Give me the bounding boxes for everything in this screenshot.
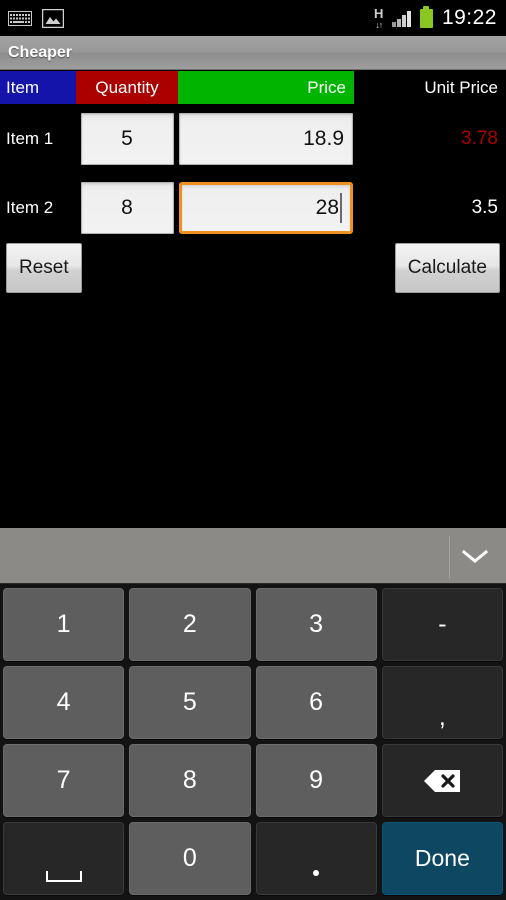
key-period[interactable] [255, 822, 377, 895]
status-bar: H ↓↑ 19:22 [0, 0, 506, 36]
quantity-input-item-1[interactable]: 5 [80, 112, 174, 165]
quantity-value-item-2: 8 [121, 195, 133, 219]
key-7[interactable]: 7 [3, 744, 125, 817]
network-activity-arrows: ↓↑ [375, 19, 383, 30]
price-input-item-2[interactable]: 28 [179, 181, 353, 234]
quantity-value-item-1: 5 [121, 126, 133, 150]
key-space[interactable] [3, 822, 125, 895]
action-bar: Cheaper [0, 36, 506, 70]
quantity-cell: 5 [76, 112, 178, 165]
key-0[interactable]: 0 [129, 822, 251, 895]
key-backspace[interactable] [381, 744, 503, 817]
key-1[interactable]: 1 [3, 588, 125, 661]
keyboard-row: 7 8 9 [3, 744, 503, 817]
status-bar-notifications [0, 8, 64, 28]
signal-bars-icon [392, 10, 411, 27]
hide-keyboard-button[interactable] [450, 528, 500, 584]
column-header-unit-price: Unit Price [354, 71, 506, 104]
keyboard-row: 4 5 6 , [3, 666, 503, 739]
table-header-row: Item Quantity Price Unit Price [0, 71, 506, 104]
backspace-icon [424, 769, 461, 792]
key-comma[interactable]: , [381, 666, 503, 739]
price-cell: 18.9 [178, 112, 354, 165]
status-bar-system-icons: H ↓↑ 19:22 [374, 5, 506, 30]
app-title: Cheaper [8, 43, 73, 61]
comparison-table: Item Quantity Price Unit Price Item 1 5 … [0, 71, 506, 242]
key-5[interactable]: 5 [129, 666, 251, 739]
unit-price-item-1: 3.78 [461, 127, 498, 149]
key-4[interactable]: 4 [3, 666, 125, 739]
row-label: Item 2 [6, 197, 54, 217]
keyboard-icon [8, 10, 32, 26]
period-icon [313, 870, 320, 876]
key-2[interactable]: 2 [129, 588, 251, 661]
network-type-icon: H ↓↑ [374, 7, 383, 30]
row-label: Item 1 [6, 128, 54, 148]
column-header-quantity: Quantity [76, 71, 178, 104]
reset-button[interactable]: Reset [6, 243, 82, 293]
status-bar-clock: 19:22 [441, 6, 497, 29]
on-screen-keyboard: 1 2 3 - 4 5 6 , 7 8 9 0 Done [0, 527, 506, 900]
quantity-cell: 8 [76, 181, 178, 234]
column-header-item: Item [0, 71, 76, 104]
battery-full-icon [419, 5, 433, 28]
key-3[interactable]: 3 [255, 588, 377, 661]
quantity-input-item-2[interactable]: 8 [80, 181, 174, 234]
keyboard-row: 0 Done [3, 822, 503, 895]
table-row: Item 2 8 28 3.5 [0, 173, 506, 242]
picture-icon [42, 8, 64, 28]
keyboard-row: 1 2 3 - [3, 588, 503, 661]
space-icon [45, 871, 82, 882]
network-type-letter: H [374, 5, 384, 21]
action-button-row: Reset Calculate [0, 243, 506, 293]
keyboard-suggestion-bar [0, 527, 506, 584]
calculate-button[interactable]: Calculate [394, 243, 500, 293]
price-cell: 28 [178, 181, 354, 234]
unit-price-item-2: 3.5 [471, 196, 498, 218]
key-minus[interactable]: - [381, 588, 503, 661]
column-header-price: Price [178, 71, 354, 104]
price-value-item-2: 28 [315, 195, 339, 219]
table-row: Item 1 5 18.9 3.78 [0, 104, 506, 173]
keyboard-key-grid: 1 2 3 - 4 5 6 , 7 8 9 0 Done [0, 584, 506, 900]
android-screen: H ↓↑ 19:22 Cheaper Item Quantity Price U… [0, 0, 506, 900]
key-8[interactable]: 8 [129, 744, 251, 817]
price-input-item-1[interactable]: 18.9 [179, 112, 353, 165]
price-value-item-1: 18.9 [303, 126, 344, 150]
key-6[interactable]: 6 [255, 666, 377, 739]
chevron-down-icon [462, 549, 488, 563]
key-done[interactable]: Done [381, 822, 503, 895]
key-9[interactable]: 9 [255, 744, 377, 817]
text-cursor [340, 192, 342, 223]
